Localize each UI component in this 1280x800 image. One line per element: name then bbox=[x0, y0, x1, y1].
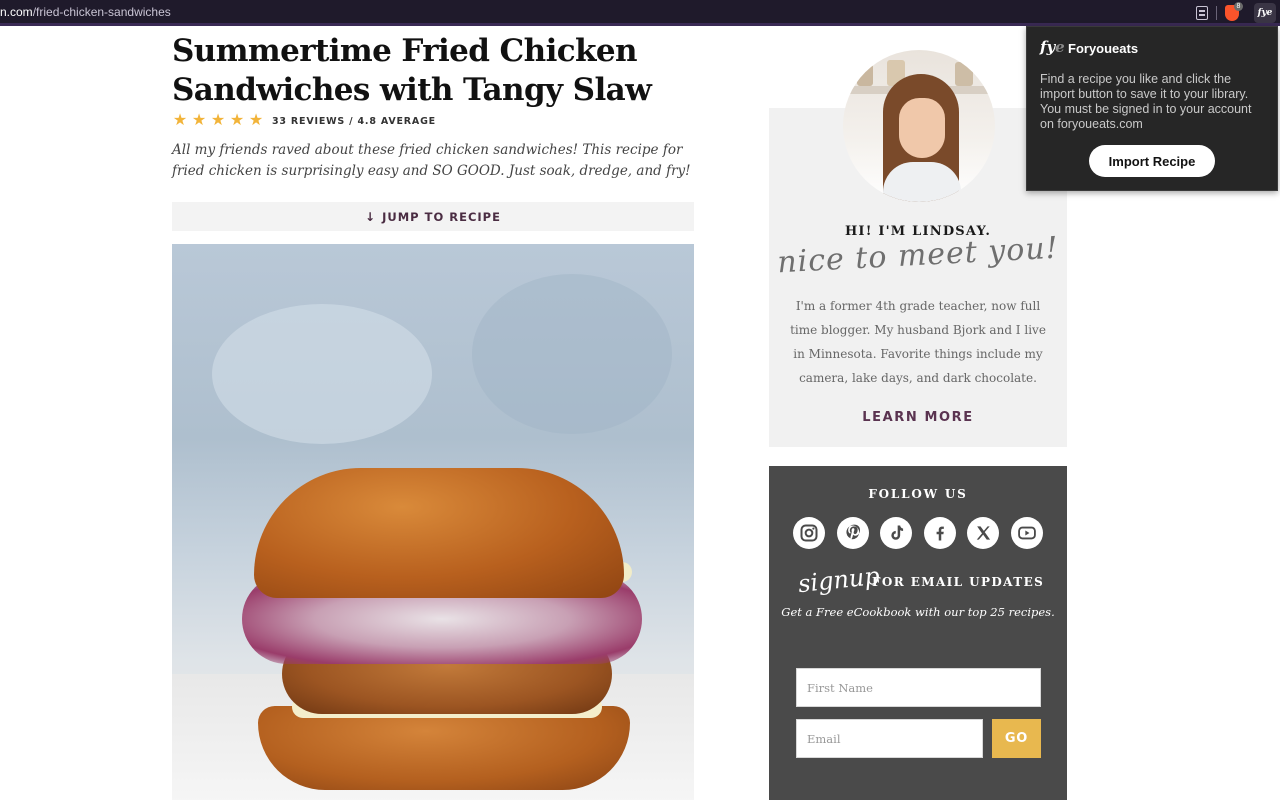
tiktok-icon bbox=[891, 525, 904, 540]
post-title: Summertime Fried Chicken Sandwiches with… bbox=[172, 33, 652, 108]
toolbar-divider bbox=[1216, 6, 1217, 20]
first-name-field[interactable]: First Name bbox=[796, 668, 1041, 707]
jump-to-recipe-label: JUMP TO RECIPE bbox=[382, 209, 501, 224]
jump-to-recipe-button[interactable]: ↓ JUMP TO RECIPE bbox=[172, 202, 694, 231]
arrow-down-icon: ↓ bbox=[365, 209, 377, 224]
youtube-link[interactable] bbox=[1011, 517, 1043, 549]
post-intro: All my friends raved about these fried c… bbox=[172, 142, 691, 179]
rating-row[interactable]: ★ ★ ★ ★ ★ 33 REVIEWS / 4.8 AVERAGE bbox=[172, 112, 436, 130]
x-icon bbox=[976, 526, 991, 540]
follow-title: FOLLOW US bbox=[868, 487, 968, 501]
url-path: /fried-chicken-sandwiches bbox=[32, 5, 171, 19]
author-avatar bbox=[843, 50, 995, 202]
browser-toolbar: n.com/fried-chicken-sandwiches 8 fye bbox=[0, 0, 1280, 26]
instagram-icon bbox=[800, 524, 818, 542]
about-bio: I'm a former 4th grade teacher, now full… bbox=[790, 299, 1046, 385]
star-icon: ★ bbox=[172, 112, 188, 129]
facebook-icon bbox=[936, 526, 944, 541]
address-bar[interactable]: n.com/fried-chicken-sandwiches bbox=[0, 5, 171, 19]
reader-mode-icon[interactable] bbox=[1196, 6, 1208, 20]
signup-title: FOR EMAIL UPDATES bbox=[872, 575, 1045, 589]
tiktok-link[interactable] bbox=[880, 517, 912, 549]
star-icon: ★ bbox=[191, 112, 207, 129]
go-button[interactable]: GO bbox=[992, 719, 1041, 758]
pinterest-link[interactable] bbox=[837, 517, 869, 549]
hero-photo bbox=[172, 244, 694, 800]
email-field[interactable]: Email bbox=[796, 719, 983, 758]
star-icon: ★ bbox=[229, 112, 245, 129]
learn-more-link[interactable]: LEARN MORE bbox=[769, 410, 1067, 425]
signup-subtitle: Get a Free eCookbook with our top 25 rec… bbox=[781, 605, 1055, 619]
rating-summary: 33 REVIEWS / 4.8 AVERAGE bbox=[272, 115, 436, 127]
url-domain: n.com bbox=[0, 5, 33, 19]
youtube-icon bbox=[1018, 526, 1036, 540]
foryoueats-logo: fye bbox=[1040, 38, 1065, 56]
x-link[interactable] bbox=[967, 517, 999, 549]
instagram-link[interactable] bbox=[793, 517, 825, 549]
popup-body: Find a recipe you like and click the imp… bbox=[1040, 72, 1252, 131]
pinterest-icon bbox=[846, 524, 860, 540]
star-icon: ★ bbox=[248, 112, 264, 129]
brave-shields-badge: 8 bbox=[1234, 2, 1243, 11]
facebook-link[interactable] bbox=[924, 517, 956, 549]
popup-title: Foryoueats bbox=[1068, 41, 1139, 56]
foryoueats-extension-icon[interactable]: fye bbox=[1254, 3, 1276, 23]
star-icon: ★ bbox=[210, 112, 226, 129]
import-recipe-button[interactable]: Import Recipe bbox=[1089, 145, 1215, 177]
star-rating: ★ ★ ★ ★ ★ bbox=[172, 112, 264, 130]
